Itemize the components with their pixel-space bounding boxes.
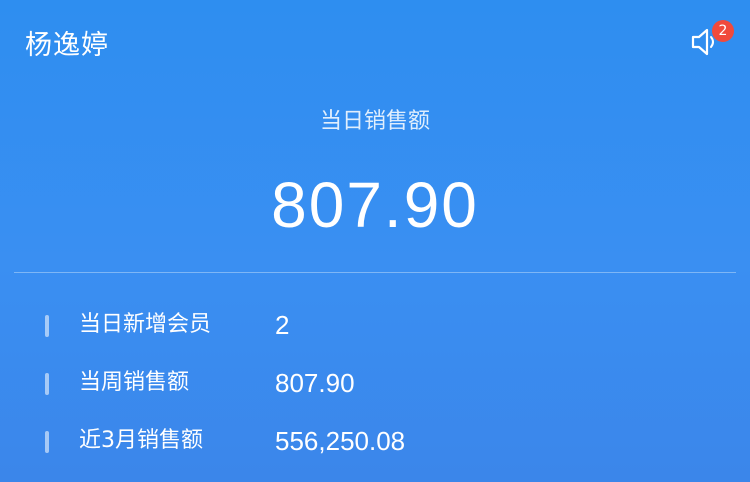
today-sales-value: 807.90 bbox=[271, 169, 479, 241]
stat-marker bbox=[45, 315, 49, 337]
divider bbox=[14, 272, 736, 273]
stat-value: 807.90 bbox=[275, 368, 355, 398]
stat-value: 2 bbox=[275, 310, 290, 340]
stat-row-3month-sales: 近3月销售额 556,250.08 bbox=[0, 416, 750, 474]
stat-marker bbox=[45, 431, 49, 453]
today-sales-label: 当日销售额 bbox=[319, 109, 430, 134]
stats-list: 当日新增会员 2 当周销售额 807.90 近3月销售额 556,250.08 bbox=[0, 300, 750, 474]
stat-row-new-members: 当日新增会员 2 bbox=[0, 300, 750, 358]
stat-row-week-sales: 当周销售额 807.90 bbox=[0, 358, 750, 416]
user-name: 杨逸婷 bbox=[25, 30, 109, 61]
notification-button[interactable]: 2 bbox=[688, 20, 734, 64]
stat-marker bbox=[45, 373, 49, 395]
stat-label: 当日新增会员 bbox=[79, 312, 212, 337]
stat-value: 556,250.08 bbox=[275, 426, 406, 456]
notification-badge: 2 bbox=[712, 20, 734, 42]
sales-summary-card: 杨逸婷 2 当日销售额 807.90 当日新增会员 2 当周销售额 807.90… bbox=[0, 0, 750, 482]
stat-label: 近3月销售额 bbox=[79, 428, 203, 453]
stat-label: 当周销售额 bbox=[79, 370, 190, 395]
